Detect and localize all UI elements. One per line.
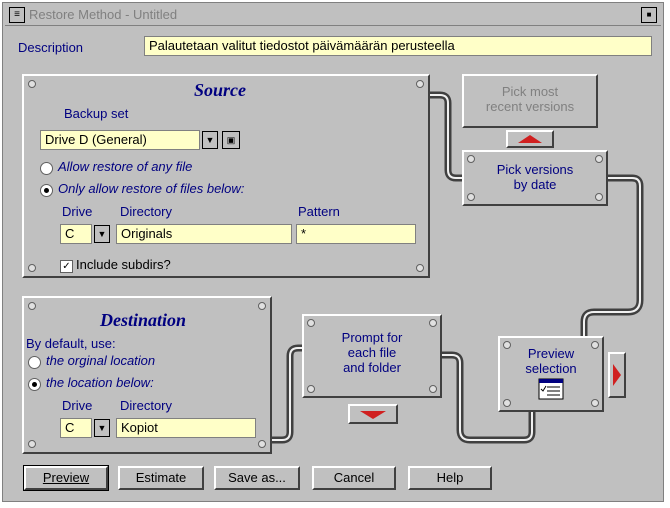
screw-icon — [429, 319, 437, 327]
source-panel: Source Backup set Drive D (General) ▼ ▣ … — [22, 74, 430, 278]
screw-icon — [467, 193, 475, 201]
screw-icon — [28, 302, 36, 310]
pick-by-date-line1: Pick versions — [496, 162, 574, 177]
source-title: Source — [194, 80, 247, 100]
arrow-down-icon — [360, 411, 386, 419]
preview-selection-line1: Preview — [527, 346, 575, 361]
arrow-up-icon — [518, 135, 542, 143]
destination-panel: Destination By default, use: the orginal… — [22, 296, 272, 454]
prompt-node[interactable]: Prompt for each file and folder — [302, 314, 442, 398]
window-title: Restore Method - Untitled — [29, 7, 178, 22]
list-window-icon — [538, 378, 564, 400]
help-button[interactable]: Help — [408, 466, 492, 490]
move-up-button[interactable] — [506, 130, 554, 148]
dest-drive-label: Drive — [62, 398, 93, 413]
preview-selection-line2: selection — [525, 361, 577, 376]
description-field[interactable]: Palautetaan valitut tiedostot päivämäärä… — [144, 36, 652, 56]
screw-icon — [416, 80, 424, 88]
pick-by-date-node[interactable]: Pick versions by date — [462, 150, 608, 206]
original-location-label: the orginal location — [46, 353, 156, 368]
prompt-line3: and folder — [343, 360, 401, 375]
move-right-button[interactable] — [608, 352, 626, 398]
system-menu-icon[interactable]: ≡ — [9, 7, 25, 23]
only-below-label: Only allow restore of files below: — [58, 181, 245, 196]
minimize-icon[interactable]: ■ — [641, 7, 657, 23]
arrow-right-icon — [613, 364, 621, 386]
dest-directory-label: Directory — [120, 398, 173, 413]
source-drive-dropdown-icon[interactable]: ▼ — [94, 225, 110, 243]
pick-by-date-line2: by date — [513, 177, 557, 192]
move-down-button[interactable] — [348, 404, 398, 424]
save-as-button[interactable]: Save as... — [214, 466, 300, 490]
description-label: Description — [18, 40, 84, 55]
screw-icon — [307, 319, 315, 327]
backup-set-label: Backup set — [64, 106, 129, 121]
dest-drive-dropdown-icon[interactable]: ▼ — [94, 419, 110, 437]
screw-icon — [503, 399, 511, 407]
source-drive-select[interactable]: C — [60, 224, 92, 244]
prompt-line2: each file — [347, 345, 397, 360]
dest-drive-select[interactable]: C — [60, 418, 92, 438]
preview-button[interactable]: Preview — [23, 465, 109, 491]
include-subdirs-checkbox[interactable]: ✓ — [60, 260, 73, 273]
preview-selection-node[interactable]: Preview selection — [498, 336, 604, 412]
screw-icon — [416, 264, 424, 272]
browse-backup-set-icon[interactable]: ▣ — [222, 131, 240, 149]
location-below-radio[interactable] — [28, 378, 41, 391]
directory-label: Directory — [120, 204, 173, 219]
backup-set-dropdown-icon[interactable]: ▼ — [202, 131, 218, 149]
allow-any-file-label: Allow restore of any file — [58, 159, 193, 174]
screw-icon — [28, 264, 36, 272]
source-pattern-field[interactable]: * — [296, 224, 416, 244]
by-default-label: By default, use: — [26, 336, 116, 351]
screw-icon — [429, 385, 437, 393]
screw-icon — [595, 193, 603, 201]
pattern-label: Pattern — [298, 204, 340, 219]
pick-most-recent-line1: Pick most — [501, 84, 559, 99]
include-subdirs-label: Include subdirs? — [76, 257, 171, 272]
only-below-radio[interactable] — [40, 184, 53, 197]
title-bar: ≡ Restore Method - Untitled ■ — [5, 5, 661, 26]
screw-icon — [591, 399, 599, 407]
prompt-line1: Prompt for — [341, 330, 403, 345]
screw-icon — [595, 155, 603, 163]
drive-label: Drive — [62, 204, 93, 219]
allow-any-file-radio[interactable] — [40, 162, 53, 175]
estimate-button[interactable]: Estimate — [118, 466, 204, 490]
screw-icon — [591, 341, 599, 349]
screw-icon — [258, 440, 266, 448]
cancel-button[interactable]: Cancel — [312, 466, 396, 490]
backup-set-select[interactable]: Drive D (General) — [40, 130, 200, 150]
screw-icon — [503, 341, 511, 349]
screw-icon — [28, 80, 36, 88]
screw-icon — [467, 155, 475, 163]
pick-most-recent-node[interactable]: Pick most recent versions — [462, 74, 598, 128]
screw-icon — [307, 385, 315, 393]
dest-directory-field[interactable]: Kopiot — [116, 418, 256, 438]
preview-button-label: Preview — [42, 470, 90, 485]
source-directory-field[interactable]: Originals — [116, 224, 292, 244]
destination-title: Destination — [100, 310, 187, 330]
original-location-radio[interactable] — [28, 356, 41, 369]
location-below-label: the location below: — [46, 375, 154, 390]
pick-most-recent-line2: recent versions — [485, 99, 575, 114]
screw-icon — [258, 302, 266, 310]
screw-icon — [28, 440, 36, 448]
